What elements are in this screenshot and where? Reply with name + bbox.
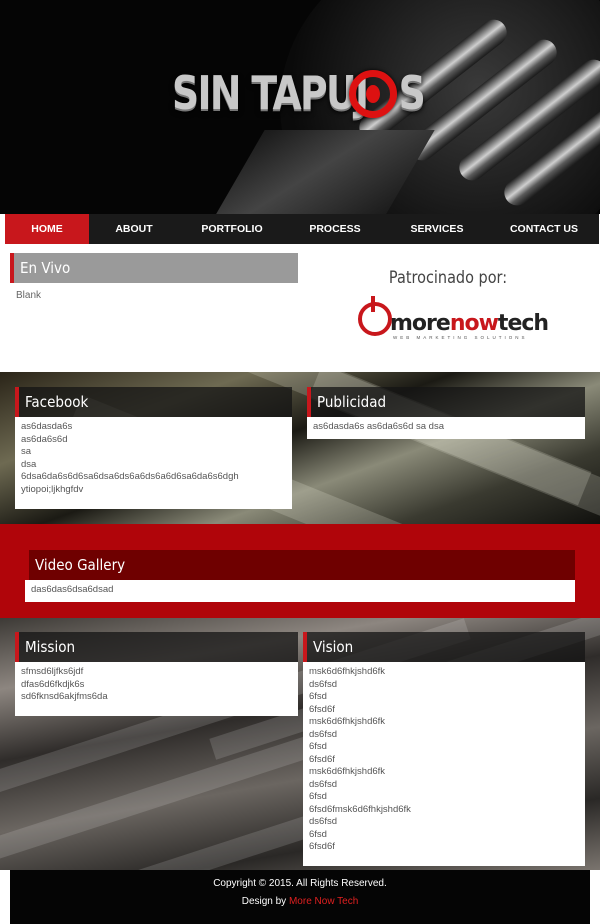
footer: Copyright © 2015. All Rights Reserved. D… <box>10 870 590 924</box>
nav-process[interactable]: PROCESS <box>285 214 385 244</box>
power-icon <box>358 296 392 336</box>
nav-portfolio[interactable]: PORTFOLIO <box>179 214 285 244</box>
main-nav: HOME ABOUT PORTFOLIO PROCESS SERVICES CO… <box>5 214 599 244</box>
nav-about[interactable]: ABOUT <box>89 214 179 244</box>
mission-heading: Mission <box>15 632 298 662</box>
publicidad-body: as6dasda6s as6da6s6d sa dsa <box>307 417 585 439</box>
vision-body: msk6d6fhkjshd6fk ds6fsd 6fsd 6fsd6f msk6… <box>303 662 585 866</box>
en-vivo-body: Blank <box>16 290 42 301</box>
sponsor-label: Patrocinado por: <box>388 268 508 288</box>
en-vivo-heading: En Vivo <box>10 253 298 283</box>
sponsor-logo[interactable]: morenowtech <box>390 311 549 336</box>
header-banner: SIN TAPUJ S <box>0 0 600 214</box>
nav-home[interactable]: HOME <box>5 214 89 244</box>
publicidad-heading: Publicidad <box>307 387 585 417</box>
nav-contact-us[interactable]: CONTACT US <box>489 214 599 244</box>
video-gallery-body: das6das6dsa6dsad <box>25 580 575 602</box>
vision-heading: Vision <box>303 632 585 662</box>
logo-mic-icon <box>349 70 397 118</box>
design-credit: Design by More Now Tech <box>241 896 359 907</box>
nav-services[interactable]: SERVICES <box>385 214 489 244</box>
sponsor-tagline: WEB MARKETING SOLUTIONS <box>393 335 528 340</box>
facebook-heading: Facebook <box>15 387 292 417</box>
copyright-text: Copyright © 2015. All Rights Reserved. <box>213 878 387 889</box>
facebook-body: as6dasda6s as6da6s6d sa dsa 6dsa6da6s6d6… <box>15 417 292 509</box>
design-credit-link[interactable]: More Now Tech <box>289 896 358 907</box>
mission-body: sfmsd6ljfks6jdf dfas6d6fkdjk6s sd6fknsd6… <box>15 662 298 716</box>
video-gallery-heading: Video Gallery <box>25 550 575 580</box>
